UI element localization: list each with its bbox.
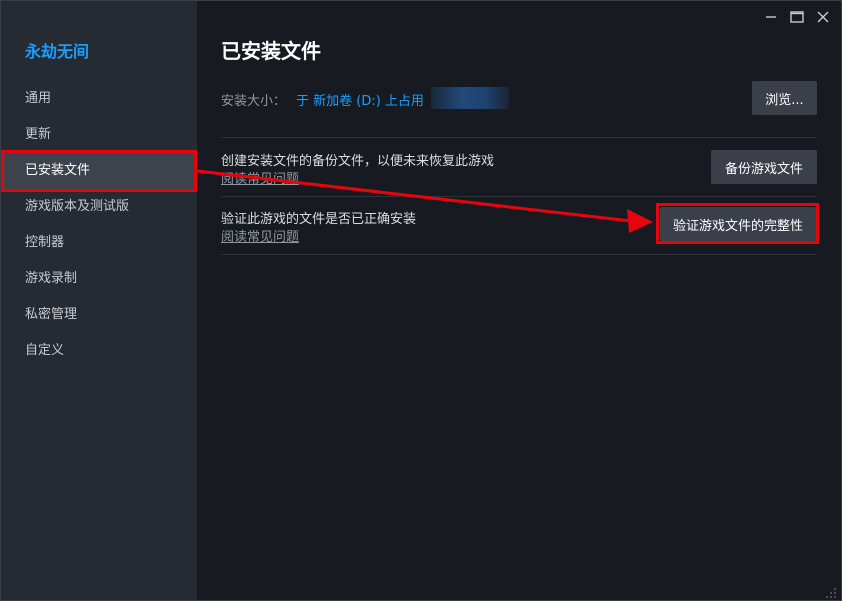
- divider: [221, 196, 817, 197]
- highlight-box-sidebar: [1, 150, 197, 192]
- resize-grip-icon[interactable]: [825, 584, 837, 598]
- sidebar-nav: 通用 更新 已安装文件 游戏版本及测试版 控制器 游戏录制 私密管理 自定义: [1, 81, 197, 369]
- backup-description: 创建安装文件的备份文件，以便未来恢复此游戏: [221, 154, 495, 169]
- sidebar-item-privacy[interactable]: 私密管理: [1, 297, 197, 333]
- verify-description: 验证此游戏的文件是否已正确安装: [221, 212, 417, 227]
- main-panel: 已安装文件 安装大小： 于 新加卷 (D:) 上占用 浏览... 创建安装文件的…: [197, 1, 841, 600]
- redacted-size: [431, 87, 509, 109]
- divider: [221, 254, 817, 255]
- page-title: 已安装文件: [221, 39, 321, 63]
- game-title: 永劫无间: [25, 42, 90, 61]
- verify-faq-link[interactable]: 阅读常见问题: [221, 226, 299, 245]
- window-controls: [761, 7, 833, 29]
- install-size-value: 于 新加卷 (D:) 上占用: [296, 94, 424, 109]
- divider: [221, 137, 817, 138]
- install-size-row: 安装大小： 于 新加卷 (D:) 上占用: [221, 81, 817, 115]
- sidebar: 永劫无间 通用 更新 已安装文件 游戏版本及测试版 控制器 游戏录制 私密管理 …: [1, 1, 197, 600]
- install-size-label: 安装大小：: [221, 94, 287, 109]
- browse-button[interactable]: 浏览...: [752, 81, 817, 115]
- backup-faq-link[interactable]: 阅读常见问题: [221, 168, 299, 187]
- sidebar-item-general[interactable]: 通用: [1, 81, 197, 117]
- sidebar-item-game-recording[interactable]: 游戏录制: [1, 261, 197, 297]
- highlight-box-verify: [656, 203, 819, 244]
- sidebar-item-customization[interactable]: 自定义: [1, 333, 197, 369]
- backup-game-files-button[interactable]: 备份游戏文件: [711, 150, 817, 184]
- maximize-icon[interactable]: [787, 7, 807, 27]
- minimize-icon[interactable]: [761, 7, 781, 27]
- sidebar-item-betas[interactable]: 游戏版本及测试版: [1, 189, 197, 225]
- close-icon[interactable]: [813, 7, 833, 27]
- properties-window: 永劫无间 通用 更新 已安装文件 游戏版本及测试版 控制器 游戏录制 私密管理 …: [0, 0, 842, 601]
- sidebar-item-updates[interactable]: 更新: [1, 117, 197, 153]
- sidebar-item-controller[interactable]: 控制器: [1, 225, 197, 261]
